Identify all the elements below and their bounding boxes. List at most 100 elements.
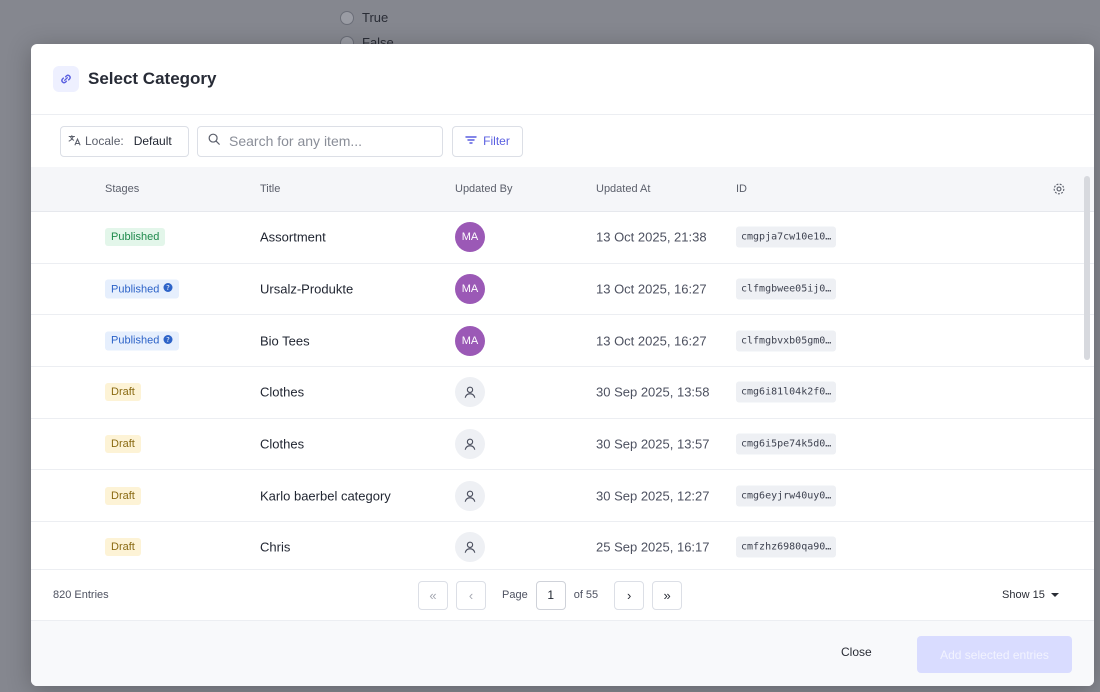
page-total: of 55 [573, 589, 599, 601]
info-icon: ? [163, 334, 173, 347]
stage-cell: Published? [105, 331, 180, 351]
id-cell[interactable]: clfmgbvxb05gm0… [736, 330, 837, 352]
prev-page-button[interactable]: ‹ [456, 580, 486, 610]
updated-at-cell: 13 Oct 2025, 21:38 [596, 229, 707, 245]
status-label: Draft [111, 438, 135, 451]
updated-at-cell: 30 Sep 2025, 12:27 [596, 488, 710, 504]
page-number-input[interactable] [535, 580, 566, 610]
first-page-button[interactable]: « [418, 580, 448, 610]
status-label: Draft [111, 386, 135, 399]
add-selected-entries-button[interactable]: Add selected entries [917, 636, 1072, 673]
status-badge: Draft [105, 486, 141, 505]
status-badge: Published? [105, 279, 180, 299]
id-cell[interactable]: cmg6i81l04k2f0… [736, 381, 837, 403]
modal-header: Select Category [31, 44, 1094, 115]
settings-icon[interactable] [1052, 182, 1066, 199]
status-label: Draft [111, 541, 135, 554]
id-cell[interactable]: cmfzhz6980qa90… [736, 536, 837, 558]
status-label: Published [111, 231, 160, 244]
id-cell[interactable]: cmgpja7cw10e10… [736, 226, 837, 248]
status-badge: Draft [105, 538, 141, 557]
title-cell: Bio Tees [260, 333, 310, 349]
header-stages[interactable]: Stages [105, 183, 139, 195]
table-row[interactable]: Draft Clothes 30 Sep 2025, 13:58 cmg6i81… [31, 367, 1094, 419]
toolbar: Locale: Default Filter [31, 115, 1094, 167]
filter-button[interactable]: Filter [452, 125, 523, 157]
user-icon [455, 429, 485, 460]
stage-cell: Draft [105, 538, 141, 557]
radio-circle [340, 10, 354, 25]
select-category-modal: Select Category Locale: Default Filter S… [31, 44, 1094, 686]
status-label: Draft [111, 489, 135, 502]
locale-selector[interactable]: Locale: Default [60, 125, 189, 157]
stage-cell: Published? [105, 279, 180, 299]
link-icon [53, 66, 79, 92]
status-badge: Draft [105, 383, 141, 402]
search-icon [207, 132, 221, 151]
header-updated-at[interactable]: Updated At [596, 183, 650, 195]
title-cell: Karlo baerbel category [260, 488, 391, 504]
filter-icon [465, 134, 477, 149]
page-size-label: Show 15 [1002, 589, 1045, 601]
updated-by-cell [455, 480, 485, 511]
stage-cell: Published [105, 228, 166, 247]
id-cell[interactable]: clfmgbwee05ij0… [736, 278, 837, 300]
caret-down-icon [1050, 589, 1059, 601]
status-badge: Published? [105, 331, 180, 351]
page-size-select[interactable]: Show 15 [1002, 589, 1059, 601]
entries-table: Stages Title Updated By Updated At ID Pu… [31, 167, 1094, 569]
close-button[interactable]: Close [841, 645, 872, 659]
id-cell[interactable]: cmg6eyjrw40uy0… [736, 485, 837, 507]
pagination-bar: 820 Entries « ‹ Page of 55 › » Show 15 [31, 569, 1094, 620]
radio-label: True [362, 10, 389, 25]
info-icon: ? [163, 283, 173, 296]
title-cell: Clothes [260, 436, 305, 452]
filter-label: Filter [483, 134, 510, 148]
updated-at-cell: 13 Oct 2025, 16:27 [596, 281, 707, 297]
table-row[interactable]: Draft Chris 25 Sep 2025, 16:17 cmfzhz698… [31, 522, 1094, 569]
status-badge: Draft [105, 435, 141, 454]
search-input[interactable] [229, 133, 429, 149]
table-row[interactable]: Published? Ursalz-Produkte MA 13 Oct 202… [31, 264, 1094, 316]
user-icon [455, 532, 485, 563]
entries-count: 820 Entries [53, 589, 109, 601]
table-row[interactable]: Published Assortment MA 13 Oct 2025, 21:… [31, 212, 1094, 264]
updated-by-cell: MA [455, 325, 485, 356]
header-updated-by[interactable]: Updated By [455, 183, 512, 195]
updated-by-cell [455, 377, 485, 408]
title-cell: Chris [260, 539, 291, 555]
modal-title: Select Category [88, 69, 217, 88]
table-row[interactable]: Draft Karlo baerbel category 30 Sep 2025… [31, 470, 1094, 523]
locale-value: Default [133, 134, 172, 148]
background-radio-true: True [340, 10, 388, 25]
table-body: Published Assortment MA 13 Oct 2025, 21:… [31, 212, 1094, 569]
updated-by-cell [455, 532, 485, 563]
header-title[interactable]: Title [260, 183, 280, 195]
stage-cell: Draft [105, 435, 141, 454]
user-icon [455, 480, 485, 511]
stage-cell: Draft [105, 486, 141, 505]
updated-at-cell: 25 Sep 2025, 16:17 [596, 539, 710, 555]
updated-at-cell: 30 Sep 2025, 13:57 [596, 436, 710, 452]
title-cell: Clothes [260, 384, 305, 400]
updated-by-cell: MA [455, 222, 485, 253]
status-badge: Published [105, 228, 166, 247]
title-cell: Assortment [260, 229, 326, 245]
header-id[interactable]: ID [736, 183, 747, 195]
avatar: MA [455, 222, 485, 253]
updated-by-cell [455, 429, 485, 460]
next-page-button[interactable]: › [614, 580, 645, 610]
search-box [197, 125, 443, 157]
modal-actions: Close Add selected entries [31, 620, 1094, 686]
pager: « ‹ Page of 55 › » [418, 580, 683, 610]
user-icon [455, 377, 485, 408]
table-row[interactable]: Published? Bio Tees MA 13 Oct 2025, 16:2… [31, 315, 1094, 368]
status-label: Published [111, 283, 160, 296]
page-label: Page [502, 589, 528, 601]
last-page-button[interactable]: » [652, 580, 683, 610]
scrollbar[interactable] [1084, 176, 1090, 360]
id-cell[interactable]: cmg6i5pe74k5d0… [736, 433, 837, 455]
table-row[interactable]: Draft Clothes 30 Sep 2025, 13:57 cmg6i5p… [31, 419, 1094, 471]
updated-by-cell: MA [455, 274, 485, 305]
svg-text:?: ? [166, 336, 170, 344]
